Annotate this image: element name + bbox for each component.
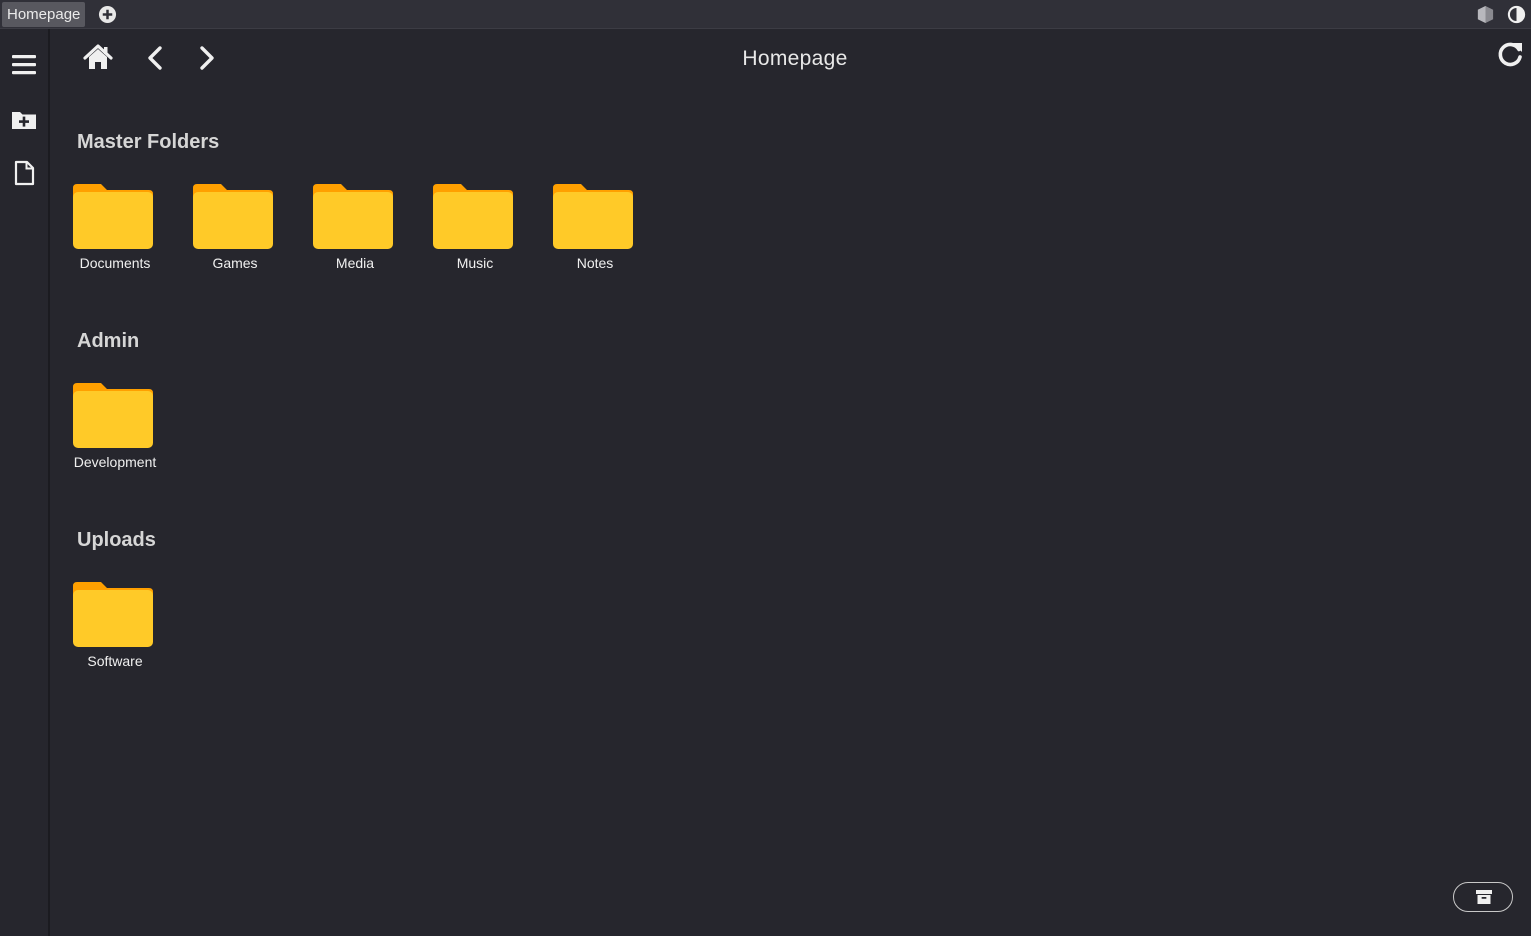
folder-label: Development [73, 454, 157, 470]
sidebar [0, 29, 50, 936]
folder-icon [193, 184, 273, 249]
archive-button[interactable] [1453, 882, 1513, 912]
folder-icon [73, 184, 153, 249]
folder-music[interactable]: Music [430, 184, 520, 284]
file-icon[interactable] [10, 159, 38, 187]
folder-documents[interactable]: Documents [70, 184, 160, 284]
folder-software[interactable]: Software [70, 582, 160, 682]
tab-bar: Homepage [0, 0, 1531, 29]
archive-icon [1476, 890, 1492, 904]
refresh-icon[interactable] [1495, 40, 1525, 70]
folder-icon [73, 582, 153, 647]
menu-icon[interactable] [10, 51, 38, 79]
folder-icon [433, 184, 513, 249]
section-title-uploads: Uploads [77, 529, 156, 551]
contrast-icon[interactable] [1507, 5, 1526, 24]
home-icon[interactable] [82, 42, 114, 74]
folder-label: Media [335, 255, 375, 271]
folder-label: Software [87, 653, 143, 669]
section-title-admin: Admin [77, 330, 140, 352]
tab-homepage[interactable]: Homepage [2, 2, 86, 27]
folder-icon [73, 383, 153, 448]
folder-label: Notes [576, 255, 614, 271]
chevron-left-icon[interactable] [140, 42, 172, 74]
folder-icon [553, 184, 633, 249]
chevron-right-icon[interactable] [190, 42, 222, 74]
new-folder-icon[interactable] [10, 106, 38, 134]
page-title: Homepage [742, 47, 848, 70]
folder-media[interactable]: Media [310, 184, 400, 284]
folder-label: Documents [79, 255, 151, 271]
section-title-master-folders: Master Folders [77, 131, 220, 153]
theme-toggle-icon[interactable] [1476, 5, 1495, 24]
folder-games[interactable]: Games [190, 184, 280, 284]
folder-development[interactable]: Development [70, 383, 160, 483]
plus-circle-icon[interactable] [98, 5, 117, 24]
folder-label: Music [456, 255, 494, 271]
folder-label: Games [212, 255, 258, 271]
folder-notes[interactable]: Notes [550, 184, 640, 284]
folder-icon [313, 184, 393, 249]
